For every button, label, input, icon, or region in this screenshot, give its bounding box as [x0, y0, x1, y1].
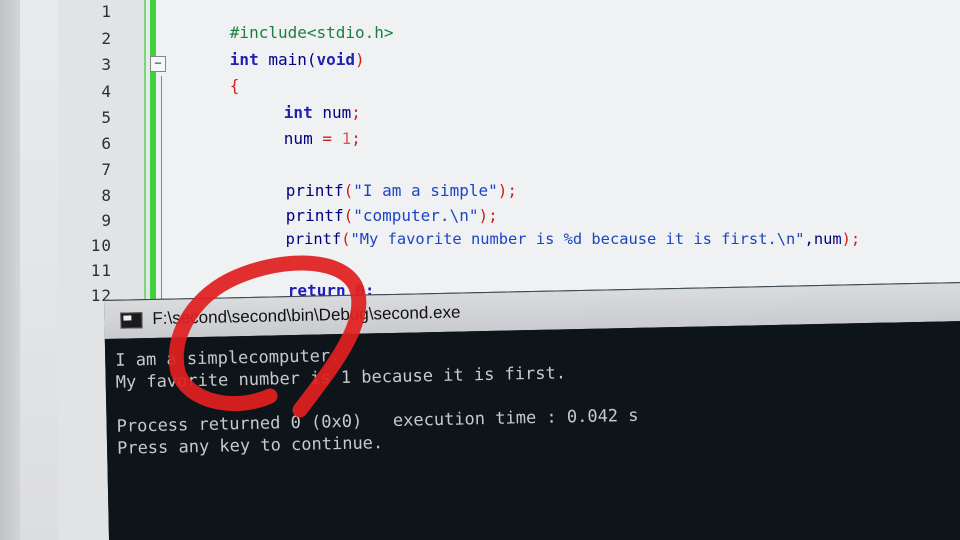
line-number: 5 [101, 108, 112, 127]
console-output-line: I am a simplecomputer. [115, 346, 341, 371]
change-marker-bar [150, 0, 156, 300]
punctuation: ) [355, 50, 365, 69]
line-number: 4 [101, 82, 112, 101]
punctuation: ( [341, 230, 351, 248]
line-number: 1 [101, 2, 112, 21]
code-line-5[interactable]: num = 1; [226, 110, 361, 167]
identifier: main( [258, 50, 317, 69]
line-number: 7 [101, 160, 112, 179]
punctuation: ); [841, 230, 861, 248]
console-output-line: Press any key to continue. [116, 433, 384, 459]
function-name: printf [285, 230, 342, 248]
screenshot: − 1 2 3 4 5 6 7 8 9 10 11 12 #include<st… [0, 0, 960, 540]
console-window[interactable]: F:\second\second\bin\Debug\second.exe I … [104, 281, 960, 540]
punctuation: ; [351, 129, 361, 148]
line-number: 9 [101, 211, 112, 230]
line-number: 8 [101, 186, 112, 205]
identifier: ,num [804, 230, 842, 248]
number-literal: 1 [341, 129, 352, 148]
console-title: F:\second\second\bin\Debug\second.exe [152, 302, 461, 328]
code-line-9[interactable]: printf("My favorite number is %d because… [230, 212, 861, 266]
keyword: void [316, 50, 356, 69]
operator: = [312, 129, 342, 148]
fold-guide-line [161, 76, 162, 306]
line-number: 12 [90, 286, 112, 305]
fold-toggle-icon[interactable]: − [150, 56, 166, 72]
string-literal: "My favorite number is %d because it is … [350, 230, 805, 248]
console-output-line: Process returned 0 (0x0) execution time … [116, 405, 639, 437]
editor-left-border [0, 0, 20, 540]
console-output[interactable]: I am a simplecomputer. My favorite numbe… [104, 320, 960, 540]
console-app-icon [120, 312, 143, 329]
punctuation: ); [497, 181, 517, 200]
line-number: 6 [101, 134, 112, 153]
line-number: 2 [101, 29, 112, 48]
line-number: 11 [90, 261, 112, 280]
line-number: 3 [101, 55, 112, 74]
identifier: num [283, 129, 313, 148]
line-number: 10 [90, 236, 112, 255]
